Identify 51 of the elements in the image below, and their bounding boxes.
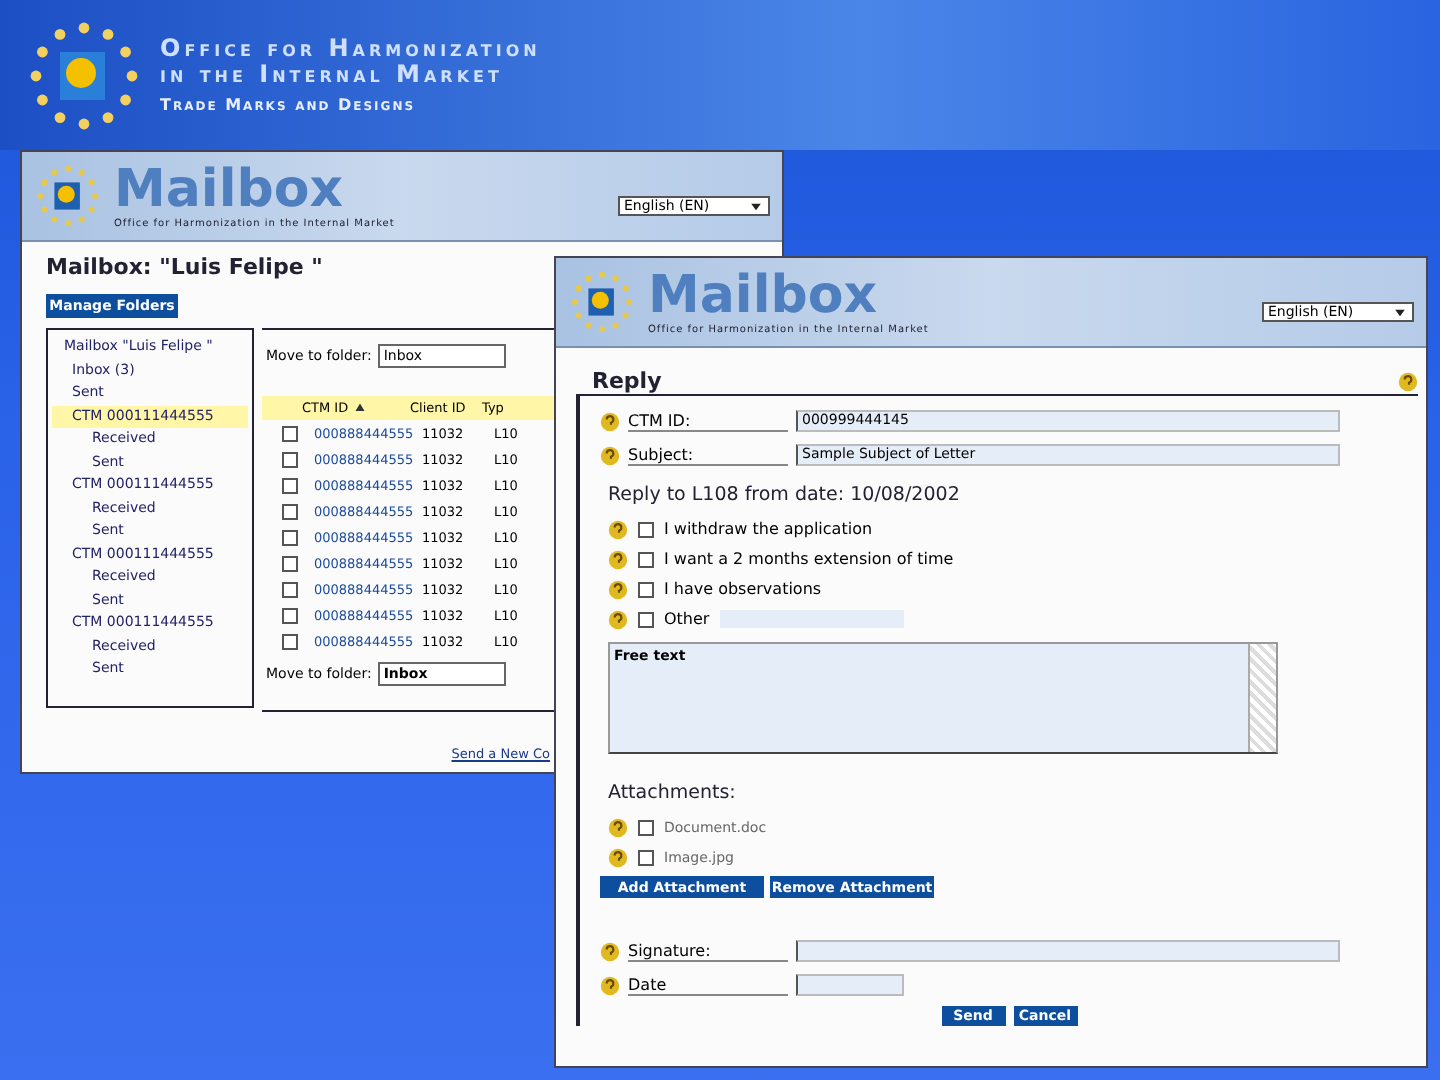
checkbox[interactable] — [282, 555, 298, 571]
header-title: Office for Harmonization — [160, 36, 541, 62]
checkbox[interactable] — [638, 819, 654, 835]
emblem-icon — [34, 162, 102, 230]
checkbox[interactable] — [282, 425, 298, 441]
banner-title: Mailbox — [114, 162, 343, 218]
help-icon[interactable] — [1398, 371, 1418, 391]
checkbox[interactable] — [282, 633, 298, 649]
dropdown-icon — [1392, 305, 1408, 319]
sort-icon — [354, 402, 367, 414]
checkbox[interactable] — [282, 581, 298, 597]
checkbox[interactable] — [282, 529, 298, 545]
help-icon[interactable] — [600, 975, 620, 995]
field-label: Signature: — [628, 941, 788, 961]
checkbox[interactable] — [638, 611, 654, 627]
section-heading: Attachments: — [608, 782, 738, 804]
checkbox[interactable] — [638, 581, 654, 597]
checkbox[interactable] — [638, 849, 654, 865]
checkbox[interactable] — [282, 477, 298, 493]
header-subtitle: Trade Marks and Designs — [160, 96, 418, 114]
checkbox[interactable] — [282, 451, 298, 467]
input-field[interactable] — [796, 974, 904, 996]
help-icon[interactable] — [600, 445, 620, 465]
option-label: Other — [664, 610, 710, 628]
checkbox[interactable] — [638, 551, 654, 567]
emblem-icon — [568, 268, 636, 336]
help-icon[interactable] — [600, 411, 620, 431]
option-label: I withdraw the application — [664, 520, 873, 538]
page-heading: Mailbox: "Luis Felipe " — [46, 254, 325, 280]
checkbox[interactable] — [282, 503, 298, 519]
input-field[interactable] — [796, 940, 1340, 962]
help-icon[interactable] — [608, 549, 628, 569]
checkbox[interactable] — [282, 607, 298, 623]
field-label: Subject: — [628, 445, 788, 465]
option-label: I want a 2 months extension of time — [664, 550, 954, 568]
header-title: in the Internal Market — [160, 62, 505, 88]
help-icon[interactable] — [600, 941, 620, 961]
help-icon[interactable] — [608, 579, 628, 599]
scrollbar[interactable] — [1248, 644, 1276, 752]
help-icon[interactable] — [608, 847, 628, 867]
banner-title: Mailbox — [648, 268, 877, 324]
option-label: I have observations — [664, 580, 822, 598]
section-heading: Reply to L108 from date: 10/08/2002 — [608, 484, 962, 506]
page-heading: Reply — [592, 368, 662, 394]
field-label: Date — [628, 975, 788, 995]
help-icon[interactable] — [608, 817, 628, 837]
field-label: CTM ID: — [628, 411, 788, 431]
help-icon[interactable] — [608, 609, 628, 629]
help-icon[interactable] — [608, 519, 628, 539]
checkbox[interactable] — [638, 521, 654, 537]
dropdown-icon — [748, 199, 764, 213]
